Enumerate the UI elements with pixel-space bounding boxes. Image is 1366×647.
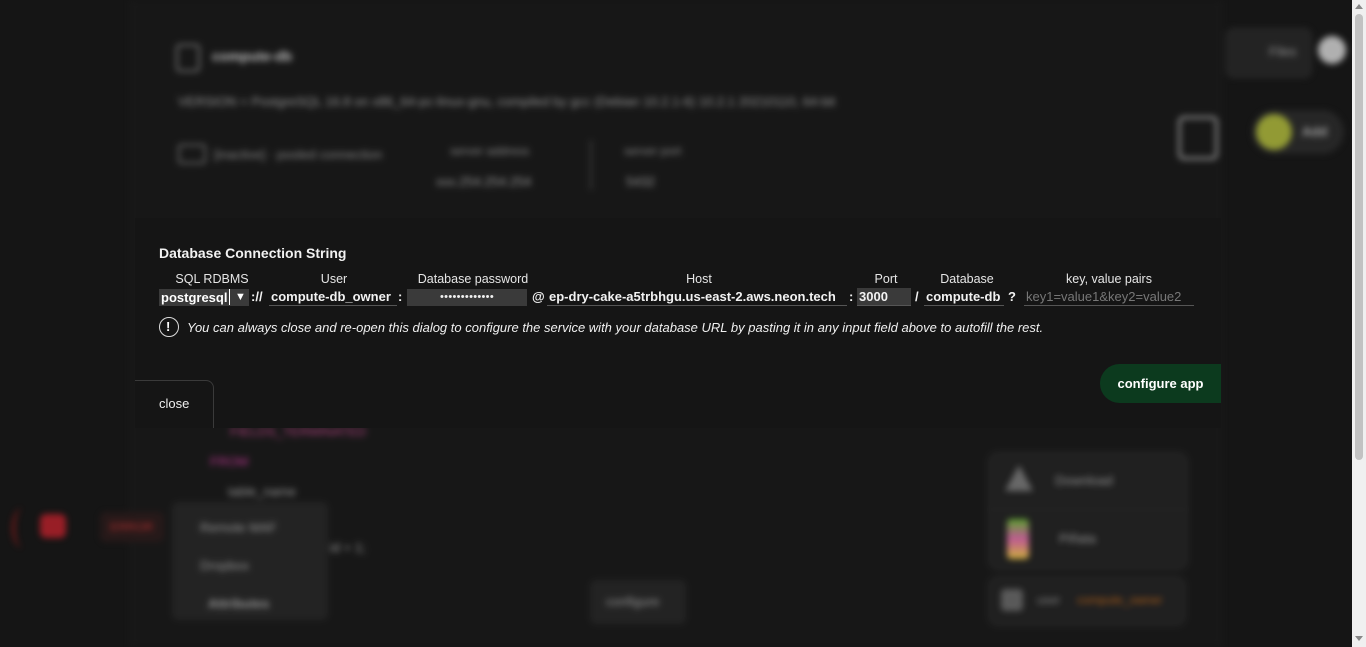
server-address-label: server address — [450, 144, 530, 158]
files-button[interactable]: Files — [1226, 28, 1312, 78]
server-address: xxx.254.254.254 — [436, 174, 532, 189]
kv-separator: ? — [1008, 289, 1016, 304]
user-separator: : — [398, 289, 403, 304]
rdbms-select[interactable]: postgresql ▼ — [159, 289, 249, 306]
avatar-icon — [1256, 114, 1292, 150]
info-message: You can always close and re-open this di… — [187, 320, 1044, 335]
files-label: Files — [1269, 44, 1297, 59]
password-field[interactable]: ••••••••••••• — [407, 289, 527, 306]
user-card[interactable]: user compute_owner — [988, 576, 1186, 626]
user-menu[interactable]: Add — [1252, 110, 1344, 154]
scroll-up-icon[interactable] — [1355, 4, 1363, 9]
user-card-user: user — [1037, 593, 1061, 607]
user-label: Add — [1302, 124, 1328, 139]
error-label: ERROR — [110, 520, 154, 534]
exclamation-icon: ! — [159, 317, 179, 337]
menu-item-remote[interactable]: Remote MAF — [200, 520, 277, 535]
menu-item-attributes[interactable]: Attributes — [208, 596, 269, 611]
close-button[interactable]: close — [135, 380, 214, 428]
db-name: compute-db — [212, 48, 293, 64]
card-divider — [989, 509, 1187, 510]
connection-dialog: Database Connection String SQL RDBMS Use… — [135, 218, 1221, 428]
error-button[interactable]: ERROR — [100, 512, 164, 542]
context-menu: Remote MAF Dropbox Attributes — [172, 502, 328, 620]
label-sql-rdbms: SQL RDBMS — [175, 272, 249, 286]
configure-app-button[interactable]: configure app — [1100, 364, 1221, 403]
configure-bg-button[interactable]: configure — [590, 580, 686, 624]
user-card-icon — [1001, 589, 1023, 611]
server-port-label: server port — [624, 144, 682, 158]
robot-icon[interactable] — [1178, 116, 1218, 160]
connection-icon — [178, 144, 206, 164]
download-icon — [1005, 465, 1033, 491]
decor-curve — [12, 508, 33, 548]
chevron-down-icon: ▼ — [235, 291, 246, 303]
label-user: User — [320, 272, 348, 286]
pinata-label[interactable]: Piñata — [1059, 531, 1096, 546]
connection-status: [inactive] · pooled connection — [214, 147, 383, 162]
scrollbar[interactable] — [1352, 0, 1366, 647]
scroll-thumb[interactable] — [1355, 14, 1363, 460]
error-icon[interactable] — [40, 514, 66, 538]
database-icon — [176, 44, 200, 72]
label-host: Host — [686, 272, 712, 286]
code-line: table_name — [228, 484, 296, 499]
label-database: Database — [940, 272, 994, 286]
user-card-owner: compute_owner — [1077, 593, 1163, 607]
label-kv-pairs: key, value pairs — [1066, 272, 1152, 286]
rdbms-value: postgresql — [161, 290, 228, 305]
db-version: VERSION = PostgreSQL 16.8 on x86_64-pc-l… — [178, 94, 836, 109]
db-separator: / — [915, 289, 919, 304]
code-line: id + 1; — [330, 540, 366, 555]
download-label[interactable]: Download — [1055, 473, 1113, 488]
scheme-separator: :// — [251, 289, 263, 304]
server-port: 5432 — [626, 174, 655, 189]
host-separator: : — [849, 289, 854, 304]
host-field[interactable]: ep-dry-cake-a5trbhgu.us-east-2.aws.neon.… — [547, 288, 847, 306]
dialog-title: Database Connection String — [159, 245, 347, 261]
pinata-icon — [1007, 519, 1029, 559]
download-card: Download Piñata — [988, 452, 1188, 570]
configure-bg-label: configure — [606, 594, 660, 609]
text-caret — [229, 289, 230, 305]
label-password: Database password — [417, 272, 529, 286]
database-field[interactable]: compute-db — [924, 288, 1004, 306]
port-field[interactable]: 3000 — [857, 288, 911, 306]
at-separator: @ — [532, 289, 545, 304]
menu-item-dropbox[interactable]: Dropbox — [200, 558, 249, 573]
label-port: Port — [874, 272, 898, 286]
code-line: FROM — [210, 454, 249, 469]
kv-pairs-field[interactable]: key1=value1&key2=value2 — [1024, 288, 1194, 306]
scroll-down-icon[interactable] — [1355, 636, 1363, 641]
user-field[interactable]: compute-db_owner — [269, 288, 397, 306]
divider — [590, 140, 592, 190]
github-icon[interactable] — [1318, 36, 1346, 64]
